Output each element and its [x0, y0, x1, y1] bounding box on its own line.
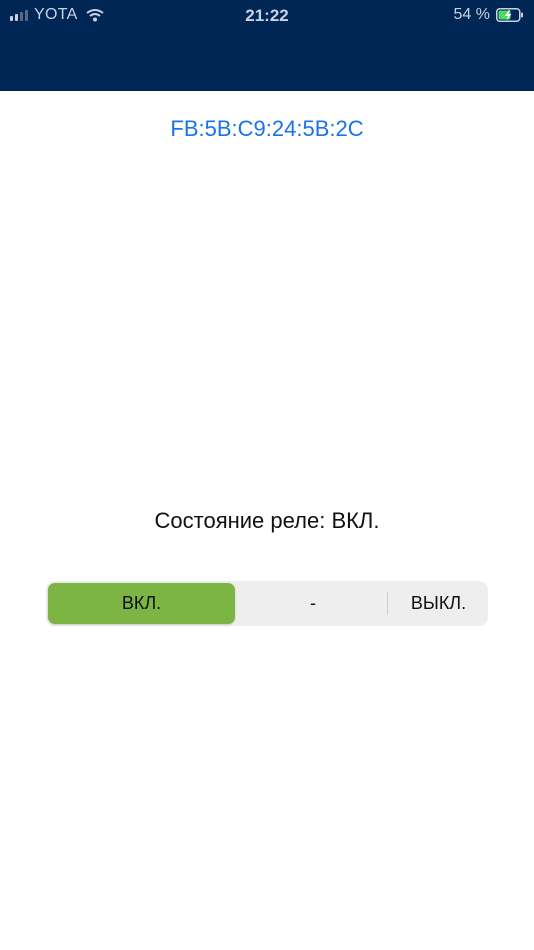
segment-divider [387, 592, 388, 615]
relay-segmented-control: ВКЛ. - ВЫКЛ. [46, 581, 488, 626]
device-mac-address: FB:5B:C9:24:5B:2C [170, 116, 364, 141]
relay-state-label: Состояние реле: ВКЛ. [154, 508, 380, 533]
header-bar: YOTA 21:22 54 % [0, 0, 534, 91]
battery-percent: 54 % [453, 6, 490, 23]
battery-charging-icon [496, 8, 523, 22]
status-bar: YOTA 21:22 54 % [0, 0, 534, 30]
segment-neutral[interactable]: - [238, 583, 388, 624]
segment-on[interactable]: ВКЛ. [48, 583, 235, 624]
segment-off[interactable]: ВЫКЛ. [391, 583, 486, 624]
